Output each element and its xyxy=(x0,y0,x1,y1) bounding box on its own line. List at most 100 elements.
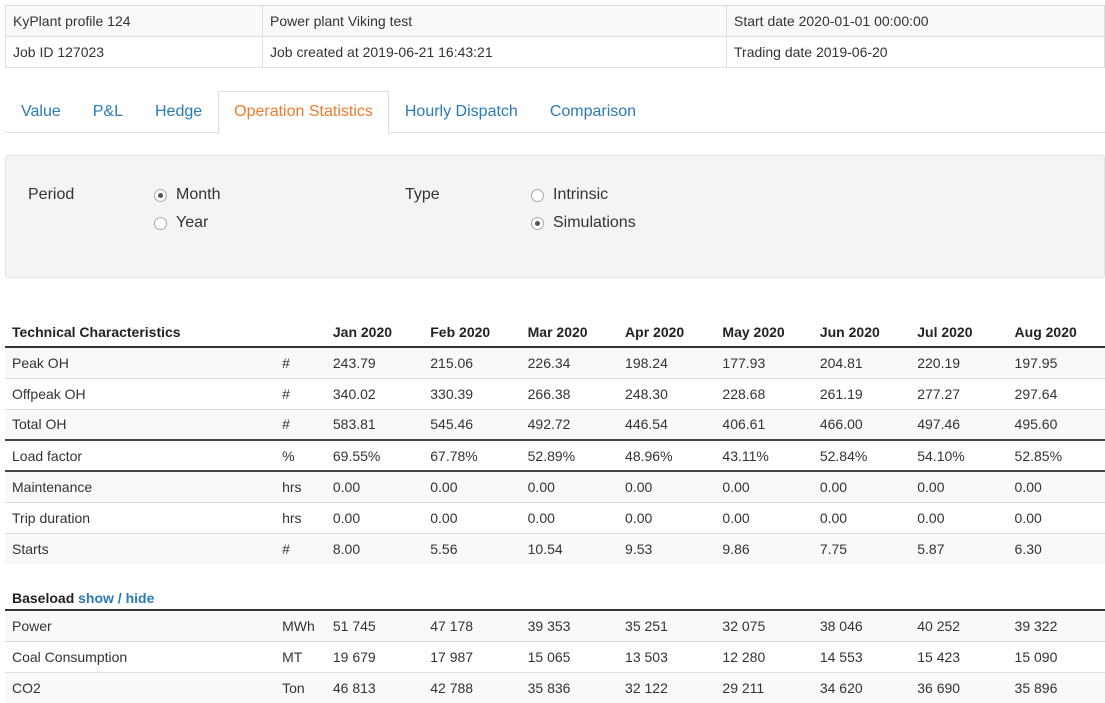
row-value: 47 178 xyxy=(423,609,521,641)
month-heading: Feb 2020 xyxy=(423,317,521,348)
section-spacer xyxy=(5,564,1105,580)
row-unit: hrs xyxy=(275,470,326,502)
row-value: 0.00 xyxy=(1007,501,1105,533)
row-value: 5.87 xyxy=(910,532,1008,564)
job-id-cell: Job ID 127023 xyxy=(5,36,263,68)
row-value: 340.02 xyxy=(325,377,424,409)
row-value: 9.53 xyxy=(618,532,716,564)
row-value: 266.38 xyxy=(520,377,619,409)
row-value: 67.78% xyxy=(423,439,521,471)
tab-comparison[interactable]: Comparison xyxy=(534,91,652,133)
row-name: CO2 xyxy=(5,671,276,703)
row-value: 8.00 xyxy=(325,532,424,564)
row-value: 29 211 xyxy=(715,671,813,703)
table-row: Starts #8.00 5.56 10.54 9.53 9.86 7.75 5.87 6.30 xyxy=(5,532,1105,564)
row-value: 0.00 xyxy=(325,470,424,502)
row-value: 43.11% xyxy=(715,439,813,471)
row-value: 10.54 xyxy=(520,532,619,564)
row-unit: hrs xyxy=(275,501,326,533)
row-value: 35 836 xyxy=(520,671,619,703)
row-unit: # xyxy=(275,377,326,409)
row-unit: # xyxy=(275,532,326,564)
row-value: 51 745 xyxy=(325,609,424,641)
table-row: CO2 Ton 46 813 42 788 35 836 32 122 29 211 34 6… xyxy=(5,671,1105,703)
row-value: 13 503 xyxy=(618,640,716,672)
period-option-year[interactable]: Year xyxy=(154,214,208,232)
row-value: 15 065 xyxy=(520,640,619,672)
row-value: 7.75 xyxy=(812,532,911,564)
row-unit: % xyxy=(275,439,326,471)
tab-p-l[interactable]: P&L xyxy=(77,91,139,133)
table-row: Maintenance hrs 0.00 0.00 0.00 0.00 0.00 0.00 0.… xyxy=(5,470,1105,502)
row-unit: # xyxy=(275,408,326,440)
row-value: 38 046 xyxy=(812,609,911,641)
row-value: 197.95 xyxy=(1007,346,1105,378)
row-unit: # xyxy=(275,346,326,378)
type-radio[interactable] xyxy=(531,216,544,230)
row-name: Coal Consumption xyxy=(5,640,276,672)
unit-heading xyxy=(275,317,326,348)
row-value: 545.46 xyxy=(423,408,521,440)
tab-bar: Value P&L Hedge Operation Statistics Hourly … xyxy=(5,91,1105,134)
row-value: 0.00 xyxy=(423,501,521,533)
row-value: 14 553 xyxy=(812,640,911,672)
row-value: 5.56 xyxy=(423,532,521,564)
table-header-row: Technical Characteristics Jan 2020 Feb 20… xyxy=(5,317,1105,348)
plant-cell: Power plant Viking test xyxy=(262,5,727,37)
table-row: Coal Consumption MT 19 679 17 987 15 065 13 5… xyxy=(5,640,1105,672)
row-value: 19 679 xyxy=(325,640,424,672)
tab-hourly-dispatch[interactable]: Hourly Dispatch xyxy=(389,91,534,133)
row-value: 42 788 xyxy=(423,671,521,703)
tab-hedge[interactable]: Hedge xyxy=(139,91,218,133)
operation-statistics-table: Technical Characteristics Jan 2020 Feb 20… xyxy=(5,317,1105,703)
row-value: 17 987 xyxy=(423,640,521,672)
row-value: 6.30 xyxy=(1007,532,1105,564)
row-value: 0.00 xyxy=(812,470,911,502)
period-radio[interactable] xyxy=(154,216,167,230)
period-radio[interactable] xyxy=(154,188,167,202)
period-option-label: Year xyxy=(176,214,209,231)
row-value: 12 280 xyxy=(715,640,813,672)
row-value: 0.00 xyxy=(715,470,813,502)
type-radio[interactable] xyxy=(531,188,544,202)
month-heading: Apr 2020 xyxy=(618,317,716,348)
row-value: 220.19 xyxy=(910,346,1008,378)
row-value: 583.81 xyxy=(325,408,424,440)
row-name: Trip duration xyxy=(5,501,276,533)
row-value: 46 813 xyxy=(325,671,424,703)
type-option-intrinsic[interactable]: Intrinsic xyxy=(531,186,608,204)
tab-operation-statistics[interactable]: Operation Statistics xyxy=(218,91,389,134)
row-value: 204.81 xyxy=(812,346,911,378)
month-heading: Jun 2020 xyxy=(812,317,911,348)
row-value: 0.00 xyxy=(520,470,619,502)
period-option-month[interactable]: Month xyxy=(154,186,220,204)
row-value: 54.10% xyxy=(910,439,1008,471)
row-value: 492.72 xyxy=(520,408,619,440)
period-label: Period xyxy=(28,186,75,203)
row-name: Load factor xyxy=(5,439,276,471)
baseload-show-hide-link[interactable]: show / hide xyxy=(78,590,154,606)
row-unit: MT xyxy=(275,640,326,672)
table-row: Offpeak OH #340.02 330.39 266.38 248.30 228.6… xyxy=(5,377,1105,409)
row-value: 34 620 xyxy=(812,671,911,703)
row-value: 40 252 xyxy=(910,609,1008,641)
row-value: 495.60 xyxy=(1007,408,1105,440)
job-info-row: KyPlant profile 124 Power plant Viking t… xyxy=(5,5,1105,37)
row-value: 9.86 xyxy=(715,532,813,564)
type-option-simulations[interactable]: Simulations xyxy=(531,214,636,232)
row-value: 0.00 xyxy=(618,501,716,533)
row-value: 0.00 xyxy=(520,501,619,533)
row-value: 36 690 xyxy=(910,671,1008,703)
tab-value[interactable]: Value xyxy=(5,91,77,133)
row-value: 297.64 xyxy=(1007,377,1105,409)
month-heading: Mar 2020 xyxy=(520,317,619,348)
row-value: 15 423 xyxy=(910,640,1008,672)
row-value: 32 122 xyxy=(618,671,716,703)
row-value: 177.93 xyxy=(715,346,813,378)
baseload-section-header: Baseload show / hide xyxy=(5,580,1105,611)
row-value: 226.34 xyxy=(520,346,619,378)
type-option-label: Intrinsic xyxy=(553,186,609,203)
row-value: 466.00 xyxy=(812,408,911,440)
baseload-heading: Baseload show / hide xyxy=(5,580,1105,611)
row-value: 0.00 xyxy=(812,501,911,533)
